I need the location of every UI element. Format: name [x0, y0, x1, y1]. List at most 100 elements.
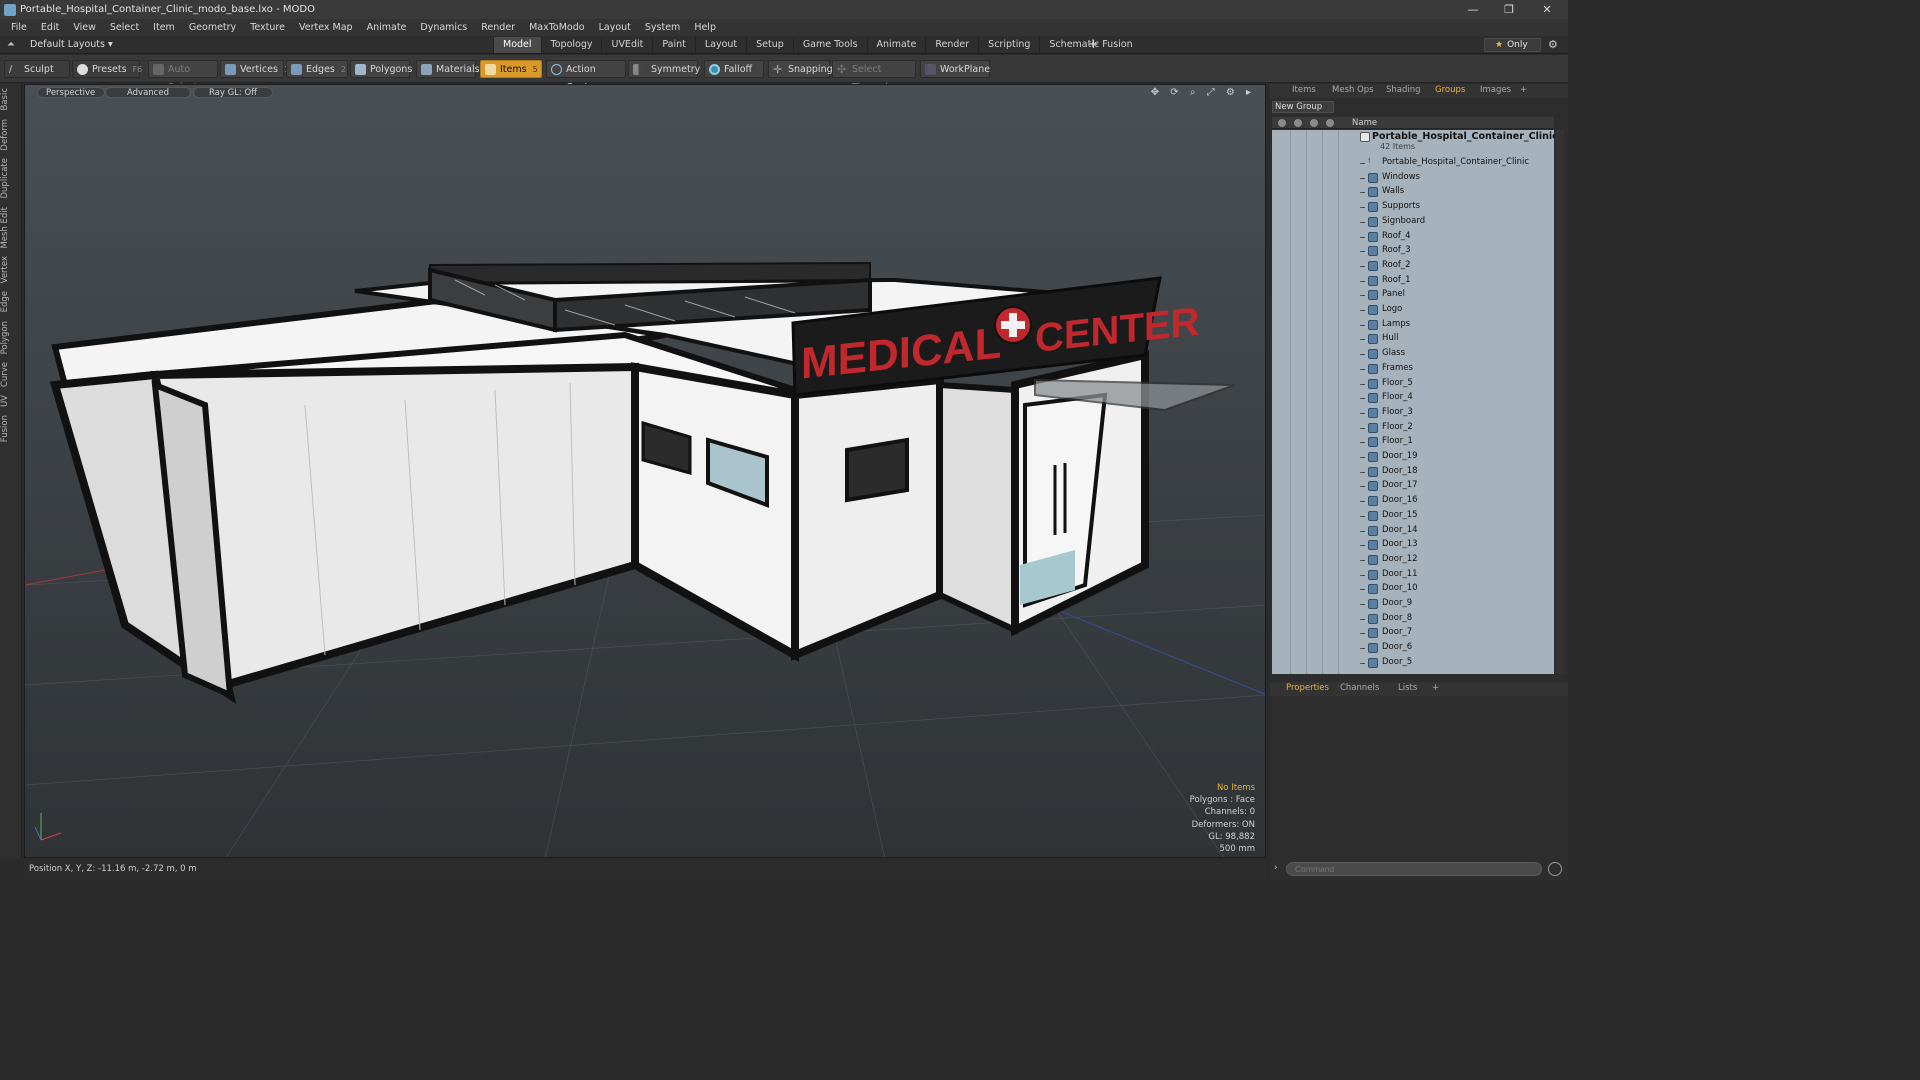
list-item[interactable]: Door_13 — [1272, 538, 1554, 553]
list-item[interactable]: Windows — [1272, 171, 1554, 186]
items-button[interactable]: Items 5 — [480, 60, 542, 78]
symmetry-button[interactable]: Symmetry — [628, 60, 700, 78]
menu-edit[interactable]: Edit — [34, 22, 66, 33]
tab-topology[interactable]: Topology — [540, 37, 602, 53]
edges-button[interactable]: Edges 2 — [286, 60, 348, 78]
tab-render[interactable]: Render — [925, 37, 978, 53]
left-tab-fusion[interactable]: Fusion — [0, 411, 22, 446]
command-input[interactable] — [1286, 862, 1542, 876]
list-item[interactable]: Door_18 — [1272, 465, 1554, 480]
sculpt-button[interactable]: ∕ Sculpt — [4, 60, 70, 78]
left-tab-mesh-edit[interactable]: Mesh Edit — [0, 203, 22, 253]
list-item[interactable]: Panel — [1272, 288, 1554, 303]
tab-items[interactable]: Items — [1292, 85, 1316, 95]
list-item[interactable]: Floor_4 — [1272, 391, 1554, 406]
command-history-button[interactable] — [1548, 862, 1562, 876]
advanced-dropdown[interactable]: Advanced — [105, 87, 191, 98]
tab-channels[interactable]: Channels — [1340, 683, 1379, 693]
left-tab-edge[interactable]: Edge — [0, 287, 22, 316]
left-tab-basic[interactable]: Basic — [0, 84, 22, 115]
vertices-button[interactable]: Vertices1 — [220, 60, 289, 78]
menu-view[interactable]: View — [66, 22, 103, 33]
list-item[interactable]: Roof_1 — [1272, 274, 1554, 289]
visibility-column-icon[interactable] — [1278, 119, 1286, 127]
left-tab-polygon[interactable]: Polygon — [0, 317, 22, 358]
menu-geometry[interactable]: Geometry — [182, 22, 243, 33]
name-column-header[interactable]: Name — [1352, 118, 1377, 128]
tab-setup[interactable]: Setup — [746, 37, 793, 53]
tab-images[interactable]: Images — [1480, 85, 1511, 95]
list-item[interactable]: Door_17 — [1272, 479, 1554, 494]
close-button[interactable]: ✕ — [1530, 0, 1564, 19]
list-item[interactable]: Lamps — [1272, 318, 1554, 333]
falloff-button[interactable]: Falloff — [704, 60, 764, 78]
list-item[interactable]: Floor_3 — [1272, 406, 1554, 421]
action-center-button[interactable]: Action Center — [546, 60, 626, 93]
default-layouts-dropdown[interactable]: Default Layouts ▾ — [30, 39, 113, 50]
lock-column-icon[interactable] — [1310, 119, 1318, 127]
list-item[interactable]: Roof_3 — [1272, 244, 1554, 259]
add-layout-tab-button[interactable]: + — [1088, 37, 1099, 52]
list-item[interactable]: Door_5 — [1272, 656, 1554, 671]
minimize-button[interactable]: — — [1456, 0, 1490, 19]
workplane-button[interactable]: WorkPlane — [920, 60, 990, 78]
list-item[interactable]: Door_11 — [1272, 568, 1554, 583]
viewport-nav-icons[interactable]: ✥ ⟳ ⌕ ⤢ ⚙ ▸ — [1151, 87, 1255, 98]
list-item[interactable]: Walls — [1272, 185, 1554, 200]
list-item[interactable]: Glass — [1272, 347, 1554, 362]
menu-dynamics[interactable]: Dynamics — [413, 22, 474, 33]
menu-help[interactable]: Help — [687, 22, 723, 33]
list-item[interactable]: Hull — [1272, 332, 1554, 347]
list-item[interactable]: Door_6 — [1272, 641, 1554, 656]
polygons-button[interactable]: Polygons — [350, 60, 412, 78]
menu-animate[interactable]: Animate — [360, 22, 414, 33]
menu-maxtomodo[interactable]: MaxToModo — [522, 22, 592, 33]
tab-lists[interactable]: Lists — [1398, 683, 1417, 693]
menu-file[interactable]: File — [4, 22, 34, 33]
materials-button[interactable]: Materials — [416, 60, 480, 78]
tab-groups[interactable]: Groups — [1435, 85, 1465, 95]
menu-system[interactable]: System — [638, 22, 687, 33]
list-item[interactable]: Logo — [1272, 303, 1554, 318]
tab-uvedit[interactable]: UVEdit — [601, 37, 652, 53]
tab-paint[interactable]: Paint — [652, 37, 695, 53]
add-panel-tab-button[interactable]: + — [1520, 85, 1527, 95]
groups-list-scrollbar[interactable] — [1556, 130, 1564, 674]
auto-select-button[interactable]: Auto Select — [148, 60, 218, 93]
select-column-icon[interactable] — [1326, 119, 1334, 127]
maximize-button[interactable]: ❐ — [1492, 0, 1526, 19]
left-tab-deform[interactable]: Deform — [0, 115, 22, 155]
list-item[interactable]: Door_15 — [1272, 509, 1554, 524]
raygl-toggle[interactable]: Ray GL: Off — [193, 87, 273, 98]
list-item[interactable]: Door_8 — [1272, 612, 1554, 627]
list-item[interactable]: Roof_4 — [1272, 230, 1554, 245]
tab-mesh-ops[interactable]: Mesh Ops — [1332, 85, 1374, 95]
tab-scripting[interactable]: Scripting — [978, 37, 1039, 53]
list-item[interactable]: Floor_2 — [1272, 421, 1554, 436]
new-group-button[interactable]: New Group — [1272, 101, 1334, 113]
list-item[interactable]: Door_16 — [1272, 494, 1554, 509]
list-item[interactable]: Floor_1 — [1272, 435, 1554, 450]
tab-game-tools[interactable]: Game Tools — [792, 37, 867, 53]
menu-vertex-map[interactable]: Vertex Map — [292, 22, 360, 33]
menu-render[interactable]: Render — [474, 22, 522, 33]
select-through-button[interactable]: ✣Select Through — [832, 60, 916, 93]
list-item[interactable]: Signboard — [1272, 215, 1554, 230]
menu-layout[interactable]: Layout — [592, 22, 638, 33]
menu-texture[interactable]: Texture — [243, 22, 292, 33]
3d-viewport[interactable]: MEDICAL CENTER Perspective Advanced Ray … — [24, 84, 1266, 858]
tab-animate[interactable]: Animate — [866, 37, 926, 53]
add-props-tab-button[interactable]: + — [1432, 683, 1439, 693]
list-item[interactable]: Door_7 — [1272, 626, 1554, 641]
list-item[interactable]: Roof_2 — [1272, 259, 1554, 274]
left-tab-vertex[interactable]: Vertex — [0, 252, 22, 287]
list-item[interactable]: Supports — [1272, 200, 1554, 215]
left-tab-duplicate[interactable]: Duplicate — [0, 154, 22, 203]
tab-model[interactable]: Model — [493, 37, 541, 53]
group-root[interactable]: Portable_Hospital_Container_Clinic 42 It… — [1272, 130, 1554, 154]
layout-home-icon[interactable]: ⏶ — [7, 39, 15, 50]
list-item[interactable]: ⟊ Portable_Hospital_Container_Clinic — [1272, 156, 1554, 171]
left-tab-uv[interactable]: UV — [0, 391, 22, 411]
perspective-dropdown[interactable]: Perspective — [37, 87, 105, 98]
tab-layout[interactable]: Layout — [694, 37, 746, 53]
